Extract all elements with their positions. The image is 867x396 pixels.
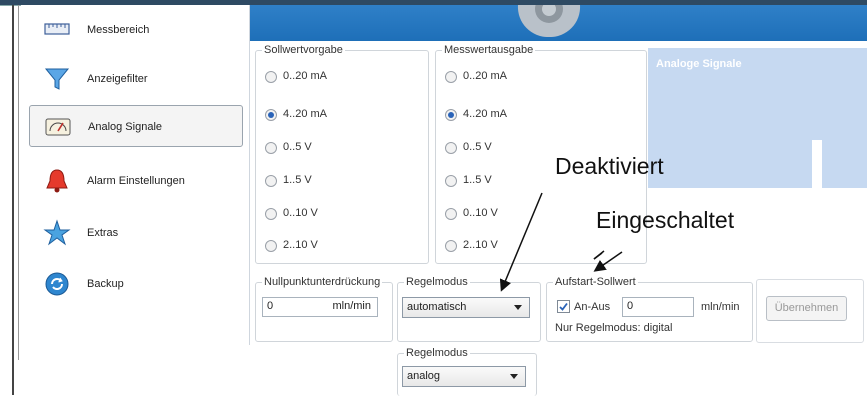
radio-label: 1..5 V xyxy=(283,174,312,186)
radio-sollwert-0-5v[interactable] xyxy=(265,142,277,154)
nullpunkt-value: 0 xyxy=(267,300,274,312)
annotation-deaktiviert: Deaktiviert xyxy=(555,153,664,179)
arrow-deaktiviert xyxy=(499,192,543,292)
radio-sollwert-0-10v[interactable] xyxy=(265,208,277,220)
radio-messwert-0-5v[interactable] xyxy=(445,142,457,154)
group-title: Messwertausgabe xyxy=(442,44,536,56)
gauge-icon xyxy=(45,118,71,136)
radio-messwert-0-20ma[interactable] xyxy=(445,71,457,83)
radio-sollwert-2-10v[interactable] xyxy=(265,240,277,252)
annotation-arrows xyxy=(499,192,605,292)
group-title: Nullpunktunterdrückung xyxy=(262,276,383,288)
regelmodus2-select[interactable]: analog xyxy=(402,366,526,387)
window-frame-left xyxy=(12,5,14,395)
radio-messwert-1-5v[interactable] xyxy=(445,175,457,187)
chevron-down-icon xyxy=(510,374,518,379)
panel-title: Analoge Signale xyxy=(656,58,742,70)
group-title: Regelmodus xyxy=(404,347,470,359)
an-aus-label: An-Aus xyxy=(574,301,611,313)
regelmodus-value: automatisch xyxy=(407,301,467,313)
an-aus-checkbox[interactable] xyxy=(557,300,570,313)
sidebar-item-anzeigefilter[interactable]: Anzeigefilter xyxy=(29,58,243,100)
regelmodus-select[interactable]: automatisch xyxy=(402,297,530,318)
sidebar-item-messbereich[interactable]: Messbereich xyxy=(29,9,243,51)
sidebar-item-label: Analog Signale xyxy=(88,121,163,133)
backup-icon xyxy=(45,272,69,296)
group-title: Sollwertvorgabe xyxy=(262,44,345,56)
radio-label: 1..5 V xyxy=(463,174,492,186)
arrow-to-aufstart xyxy=(593,251,623,272)
sidebar-item-alarm-einstellungen[interactable]: Alarm Einstellungen xyxy=(29,160,243,202)
radio-label: 0..20 mA xyxy=(283,70,328,82)
gear-icon xyxy=(517,5,581,37)
sidebar-item-label: Extras xyxy=(87,227,119,239)
check-icon xyxy=(559,302,568,311)
sidebar-item-label: Backup xyxy=(87,278,124,290)
sidebar-item-label: Anzeigefilter xyxy=(87,73,148,85)
sidebar-item-label: Alarm Einstellungen xyxy=(87,175,185,187)
star-icon xyxy=(43,219,71,246)
sidebar-item-label: Messbereich xyxy=(87,24,150,36)
sidebar-item-extras[interactable]: Extras xyxy=(29,212,243,254)
nullpunkt-unit: mln/min xyxy=(332,300,371,312)
radio-label: 0..10 V xyxy=(283,207,318,219)
aufstart-note: Nur Regelmodus: digital xyxy=(555,322,673,334)
window-frame-inner xyxy=(18,5,19,360)
sidebar: Messbereich Anzeigefilter Analog Signale… xyxy=(21,5,250,345)
annotation-eingeschaltet: Eingeschaltet xyxy=(596,207,735,233)
bell-icon xyxy=(46,169,68,193)
radio-messwert-2-10v[interactable] xyxy=(445,240,457,252)
panel-notch xyxy=(812,140,822,188)
radio-sollwert-0-20ma[interactable] xyxy=(265,71,277,83)
ruler-icon xyxy=(44,23,70,35)
chevron-down-icon xyxy=(514,305,522,310)
radio-label: 0..5 V xyxy=(463,141,492,153)
regelmodus2-value: analog xyxy=(407,370,441,382)
aufstart-unit: mln/min xyxy=(701,301,740,313)
sidebar-item-backup[interactable]: Backup xyxy=(29,263,243,305)
radio-label: 4..20 mA xyxy=(463,108,508,120)
sollwertvorgabe-group: Sollwertvorgabe xyxy=(255,44,429,264)
radio-label: 4..20 mA xyxy=(283,108,328,120)
group-title: Regelmodus xyxy=(404,276,470,288)
aufstart-input[interactable]: 0 xyxy=(622,297,694,317)
nullpunkt-input[interactable]: 0 mln/min xyxy=(262,297,378,317)
radio-sollwert-4-20ma[interactable] xyxy=(265,109,277,121)
radio-label: 2..10 V xyxy=(283,239,318,251)
radio-label: 0..20 mA xyxy=(463,70,508,82)
apply-button[interactable]: Übernehmen xyxy=(766,296,847,321)
radio-label: 0..5 V xyxy=(283,141,312,153)
radio-messwert-0-10v[interactable] xyxy=(445,208,457,220)
radio-sollwert-1-5v[interactable] xyxy=(265,175,277,187)
filter-icon xyxy=(44,68,70,90)
radio-messwert-4-20ma[interactable] xyxy=(445,109,457,121)
sidebar-item-analog-signale[interactable]: Analog Signale xyxy=(29,105,243,147)
aufstart-value: 0 xyxy=(627,300,634,312)
